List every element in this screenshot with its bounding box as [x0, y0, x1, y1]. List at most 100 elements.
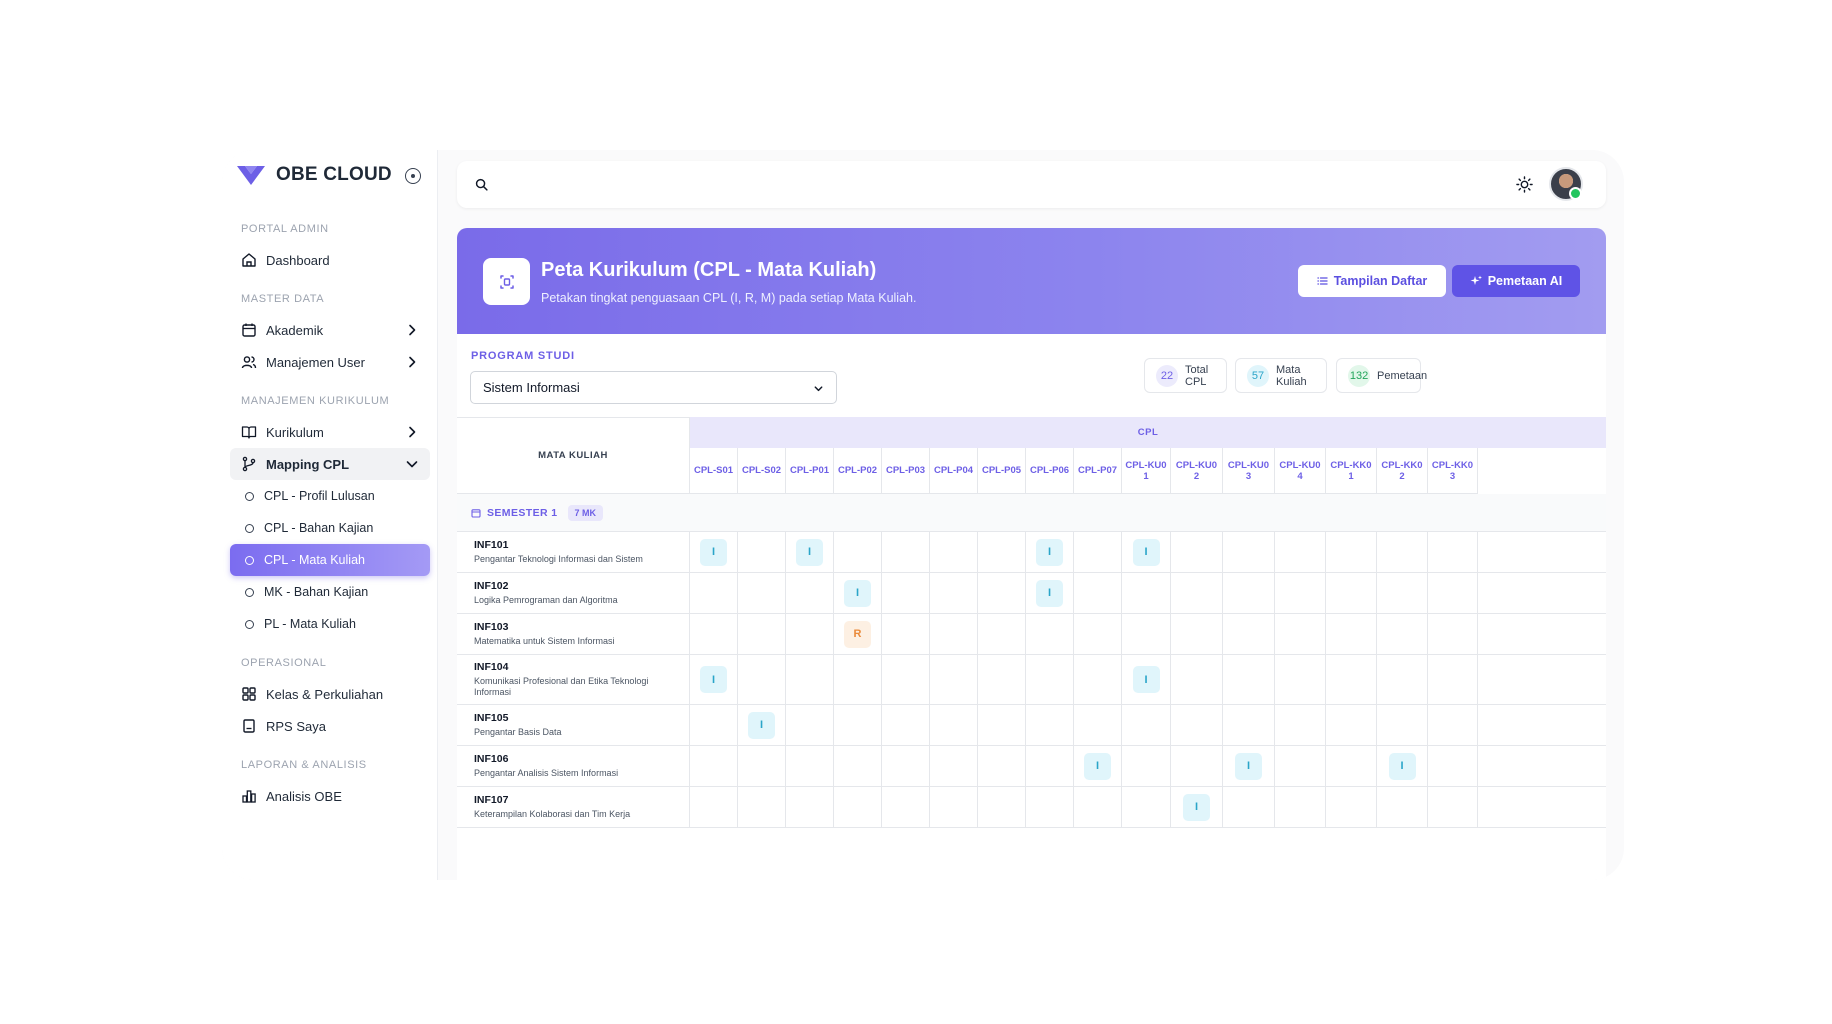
matrix-cell[interactable]: [786, 655, 834, 704]
sidebar-item-akademik[interactable]: Akademik: [230, 314, 430, 346]
matrix-cell[interactable]: [834, 787, 882, 827]
level-badge[interactable]: I: [1084, 752, 1111, 780]
matrix-cell[interactable]: I: [1026, 573, 1074, 613]
matrix-cell[interactable]: [1122, 746, 1171, 786]
matrix-cell[interactable]: [1326, 787, 1377, 827]
matrix-cell[interactable]: [1171, 746, 1223, 786]
sidebar-toggle-button[interactable]: [405, 168, 421, 184]
matrix-cell[interactable]: [834, 532, 882, 572]
level-badge[interactable]: I: [1036, 538, 1063, 566]
matrix-cell[interactable]: [1275, 614, 1326, 654]
search-icon[interactable]: [475, 178, 488, 191]
matrix-cell[interactable]: [1326, 655, 1377, 704]
matrix-cell[interactable]: [834, 746, 882, 786]
matrix-cell[interactable]: [930, 655, 978, 704]
matrix-cell[interactable]: [1122, 573, 1171, 613]
matrix-cell[interactable]: [978, 614, 1026, 654]
matrix-cell[interactable]: [1026, 655, 1074, 704]
sun-icon[interactable]: [1516, 176, 1533, 193]
level-badge[interactable]: I: [1132, 666, 1160, 693]
level-badge[interactable]: I: [700, 666, 727, 693]
matrix-cell[interactable]: [1171, 705, 1223, 745]
matrix-cell[interactable]: [1428, 573, 1478, 613]
matrix-cell[interactable]: [930, 573, 978, 613]
matrix-cell[interactable]: [1428, 746, 1478, 786]
level-badge[interactable]: I: [796, 538, 823, 566]
level-badge[interactable]: I: [748, 711, 775, 739]
matrix-cell[interactable]: [786, 787, 834, 827]
matrix-cell[interactable]: [1326, 532, 1377, 572]
sidebar-item-rps-saya[interactable]: RPS Saya: [230, 710, 430, 742]
sidebar-item-mapping-cpl[interactable]: Mapping CPL: [230, 448, 430, 480]
matrix-cell[interactable]: I: [1026, 532, 1074, 572]
matrix-cell[interactable]: [738, 532, 786, 572]
matrix-cell[interactable]: [690, 573, 738, 613]
matrix-cell[interactable]: [834, 705, 882, 745]
matrix-cell[interactable]: [978, 573, 1026, 613]
matrix-cell[interactable]: [930, 532, 978, 572]
matrix-cell[interactable]: [930, 705, 978, 745]
matrix-cell[interactable]: [1275, 705, 1326, 745]
matrix-cell[interactable]: [1223, 705, 1275, 745]
matrix-cell[interactable]: [882, 746, 930, 786]
matrix-cell[interactable]: [1171, 655, 1223, 704]
matrix-cell[interactable]: [1377, 705, 1428, 745]
list-view-button[interactable]: Tampilan Daftar: [1298, 265, 1446, 297]
matrix-cell[interactable]: R: [834, 614, 882, 654]
matrix-cell[interactable]: [978, 705, 1026, 745]
level-badge[interactable]: I: [1388, 752, 1416, 780]
matrix-cell[interactable]: [1377, 532, 1428, 572]
sidebar-item-manajemen-user[interactable]: Manajemen User: [230, 346, 430, 378]
matrix-cell[interactable]: [690, 705, 738, 745]
sidebar-item-analisis-obe[interactable]: Analisis OBE: [230, 780, 430, 812]
matrix-cell[interactable]: [1171, 573, 1223, 613]
matrix-cell[interactable]: I: [690, 655, 738, 704]
sidebar-subitem-mk-bahan-kajian[interactable]: MK - Bahan Kajian: [230, 576, 430, 608]
matrix-cell[interactable]: [978, 746, 1026, 786]
matrix-cell[interactable]: [690, 614, 738, 654]
matrix-cell[interactable]: [690, 787, 738, 827]
matrix-cell[interactable]: I: [1122, 532, 1171, 572]
matrix-cell[interactable]: [1122, 614, 1171, 654]
matrix-cell[interactable]: [1377, 614, 1428, 654]
matrix-cell[interactable]: [882, 655, 930, 704]
matrix-cell[interactable]: I: [738, 705, 786, 745]
matrix-cell[interactable]: [1074, 532, 1122, 572]
matrix-cell[interactable]: [978, 655, 1026, 704]
matrix-cell[interactable]: [1074, 655, 1122, 704]
sidebar-item-dashboard[interactable]: Dashboard: [230, 244, 430, 276]
matrix-cell[interactable]: [738, 655, 786, 704]
matrix-cell[interactable]: [882, 532, 930, 572]
matrix-cell[interactable]: [1428, 532, 1478, 572]
matrix-cell[interactable]: [1026, 705, 1074, 745]
matrix-cell[interactable]: [930, 614, 978, 654]
matrix-cell[interactable]: [882, 705, 930, 745]
matrix-cell[interactable]: [786, 746, 834, 786]
sidebar-subitem-pl-mata-kuliah[interactable]: PL - Mata Kuliah: [230, 608, 430, 640]
matrix-cell[interactable]: I: [834, 573, 882, 613]
level-badge[interactable]: I: [1235, 752, 1262, 780]
user-avatar[interactable]: [1549, 167, 1583, 201]
matrix-cell[interactable]: [834, 655, 882, 704]
matrix-cell[interactable]: [738, 614, 786, 654]
matrix-cell[interactable]: I: [1074, 746, 1122, 786]
level-badge[interactable]: I: [1132, 538, 1160, 566]
matrix-cell[interactable]: [1275, 787, 1326, 827]
matrix-cell[interactable]: [1223, 614, 1275, 654]
matrix-cell[interactable]: [1275, 655, 1326, 704]
ai-mapping-button[interactable]: Pemetaan AI: [1452, 265, 1580, 297]
matrix-cell[interactable]: [1026, 746, 1074, 786]
matrix-cell[interactable]: I: [786, 532, 834, 572]
matrix-cell[interactable]: I: [1171, 787, 1223, 827]
matrix-cell[interactable]: [1377, 787, 1428, 827]
matrix-cell[interactable]: [1326, 705, 1377, 745]
matrix-cell[interactable]: [1026, 614, 1074, 654]
matrix-cell[interactable]: [1428, 705, 1478, 745]
matrix-cell[interactable]: [1326, 614, 1377, 654]
level-badge[interactable]: I: [1036, 579, 1063, 607]
level-badge[interactable]: I: [1183, 793, 1210, 821]
matrix-cell[interactable]: [882, 573, 930, 613]
matrix-cell[interactable]: [738, 746, 786, 786]
matrix-cell[interactable]: [1275, 532, 1326, 572]
matrix-cell[interactable]: [786, 705, 834, 745]
